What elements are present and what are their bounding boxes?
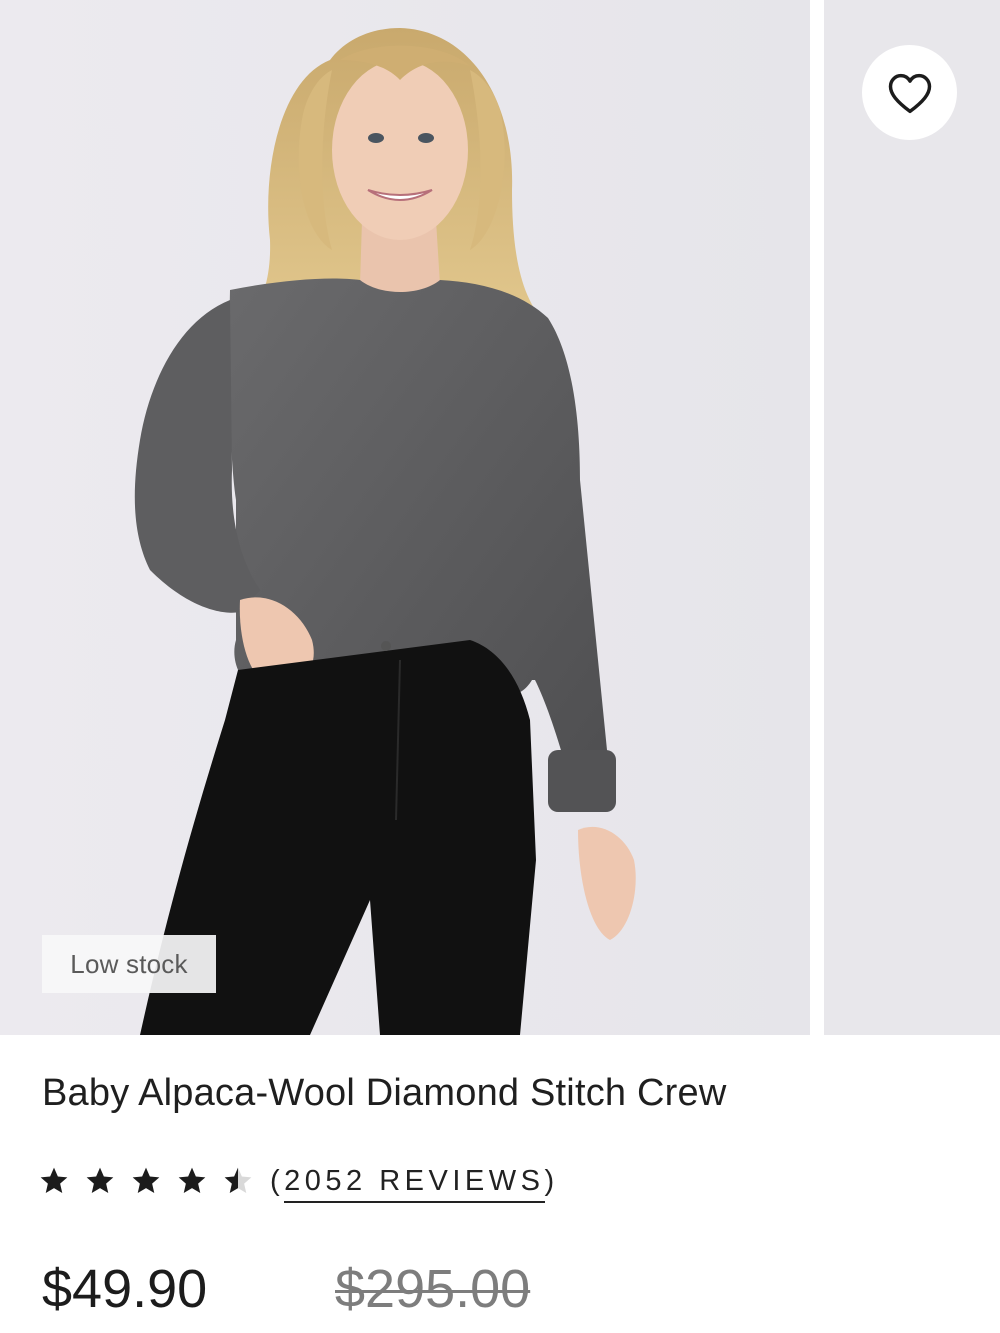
reviews-open-paren: ( [270,1164,285,1197]
star-filled-icon [40,1167,68,1193]
model-photo-illustration [0,0,810,1035]
heart-outline-icon [888,73,931,113]
favorite-button[interactable] [862,45,957,140]
reviews-count[interactable]: 2052 REVIEWS [284,1164,545,1203]
star-filled-icon [132,1167,160,1193]
compare-at-price: $295.00 [335,1259,531,1319]
sale-price: $49.90 [42,1259,208,1319]
rating-stars [38,1165,268,1197]
product-image-gallery[interactable]: Low stock [0,0,1000,1035]
star-filled-icon [178,1167,206,1193]
product-photo-main[interactable] [0,0,810,1035]
stock-status-label: Low stock [70,948,188,979]
star-filled-icon [86,1167,114,1193]
product-rating[interactable]: (2052 REVIEWS) [38,1158,559,1204]
product-photo-next-preview[interactable] [824,0,1000,1035]
product-card-page: Low stock Baby Alpaca-Wool Diamond Stitc… [0,0,1000,1333]
star-half-icon [224,1167,252,1193]
product-title[interactable]: Baby Alpaca-Wool Diamond Stitch Crew [42,1072,726,1115]
reviews-close-paren: ) [544,1164,559,1197]
stock-status-badge: Low stock [42,935,216,993]
reviews-link[interactable]: (2052 REVIEWS) [270,1164,559,1203]
